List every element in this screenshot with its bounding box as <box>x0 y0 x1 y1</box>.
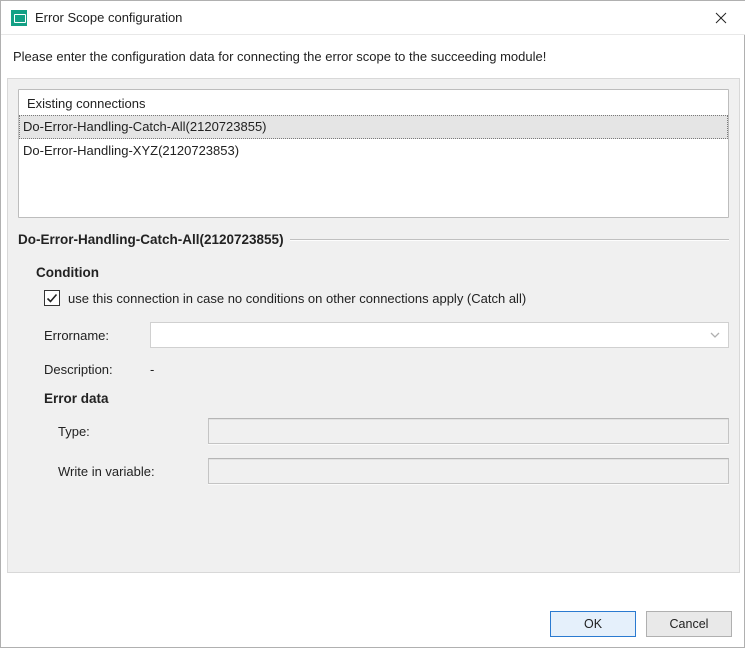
condition-heading: Condition <box>36 265 729 280</box>
cancel-button[interactable]: Cancel <box>646 611 732 637</box>
close-button[interactable] <box>698 2 744 34</box>
description-label: Description: <box>44 362 150 377</box>
selected-connection-label: Do-Error-Handling-Catch-All(2120723855) <box>18 232 284 247</box>
type-label: Type: <box>58 424 208 439</box>
list-item[interactable]: Do-Error-Handling-Catch-All(2120723855) <box>19 115 728 139</box>
list-item[interactable]: Do-Error-Handling-XYZ(2120723853) <box>19 139 728 163</box>
catch-all-label: use this connection in case no condition… <box>68 291 526 306</box>
errorname-label: Errorname: <box>44 328 150 343</box>
write-variable-row: Write in variable: <box>58 458 729 484</box>
condition-block: Condition use this connection in case no… <box>36 265 729 484</box>
dialog-window: Error Scope configuration Please enter t… <box>1 1 745 649</box>
catch-all-checkbox[interactable] <box>44 290 60 306</box>
write-variable-field[interactable] <box>208 458 729 484</box>
window-title: Error Scope configuration <box>35 10 698 25</box>
existing-connections-listbox: Existing connections Do-Error-Handling-C… <box>18 89 729 218</box>
dialog-buttons: OK Cancel <box>550 611 732 637</box>
checkmark-icon <box>46 292 58 304</box>
description-row: Description: - <box>44 362 729 377</box>
chevron-down-icon <box>710 330 720 340</box>
type-field[interactable] <box>208 418 729 444</box>
selected-connection-heading: Do-Error-Handling-Catch-All(2120723855) <box>18 232 729 247</box>
listbox-items: Do-Error-Handling-Catch-All(2120723855) … <box>19 115 728 217</box>
write-variable-label: Write in variable: <box>58 464 208 479</box>
ok-button[interactable]: OK <box>550 611 636 637</box>
close-icon <box>715 12 727 24</box>
error-data-heading: Error data <box>44 391 729 406</box>
separator-line <box>290 239 729 240</box>
listbox-header: Existing connections <box>19 90 728 115</box>
type-row: Type: <box>58 418 729 444</box>
errorname-combobox[interactable] <box>150 322 729 348</box>
catch-all-row: use this connection in case no condition… <box>44 290 729 306</box>
main-panel: Existing connections Do-Error-Handling-C… <box>7 78 740 573</box>
description-value: - <box>150 362 154 377</box>
errorname-row: Errorname: <box>44 322 729 348</box>
app-icon <box>11 10 27 26</box>
instruction-text: Please enter the configuration data for … <box>1 35 745 78</box>
titlebar: Error Scope configuration <box>1 1 745 35</box>
